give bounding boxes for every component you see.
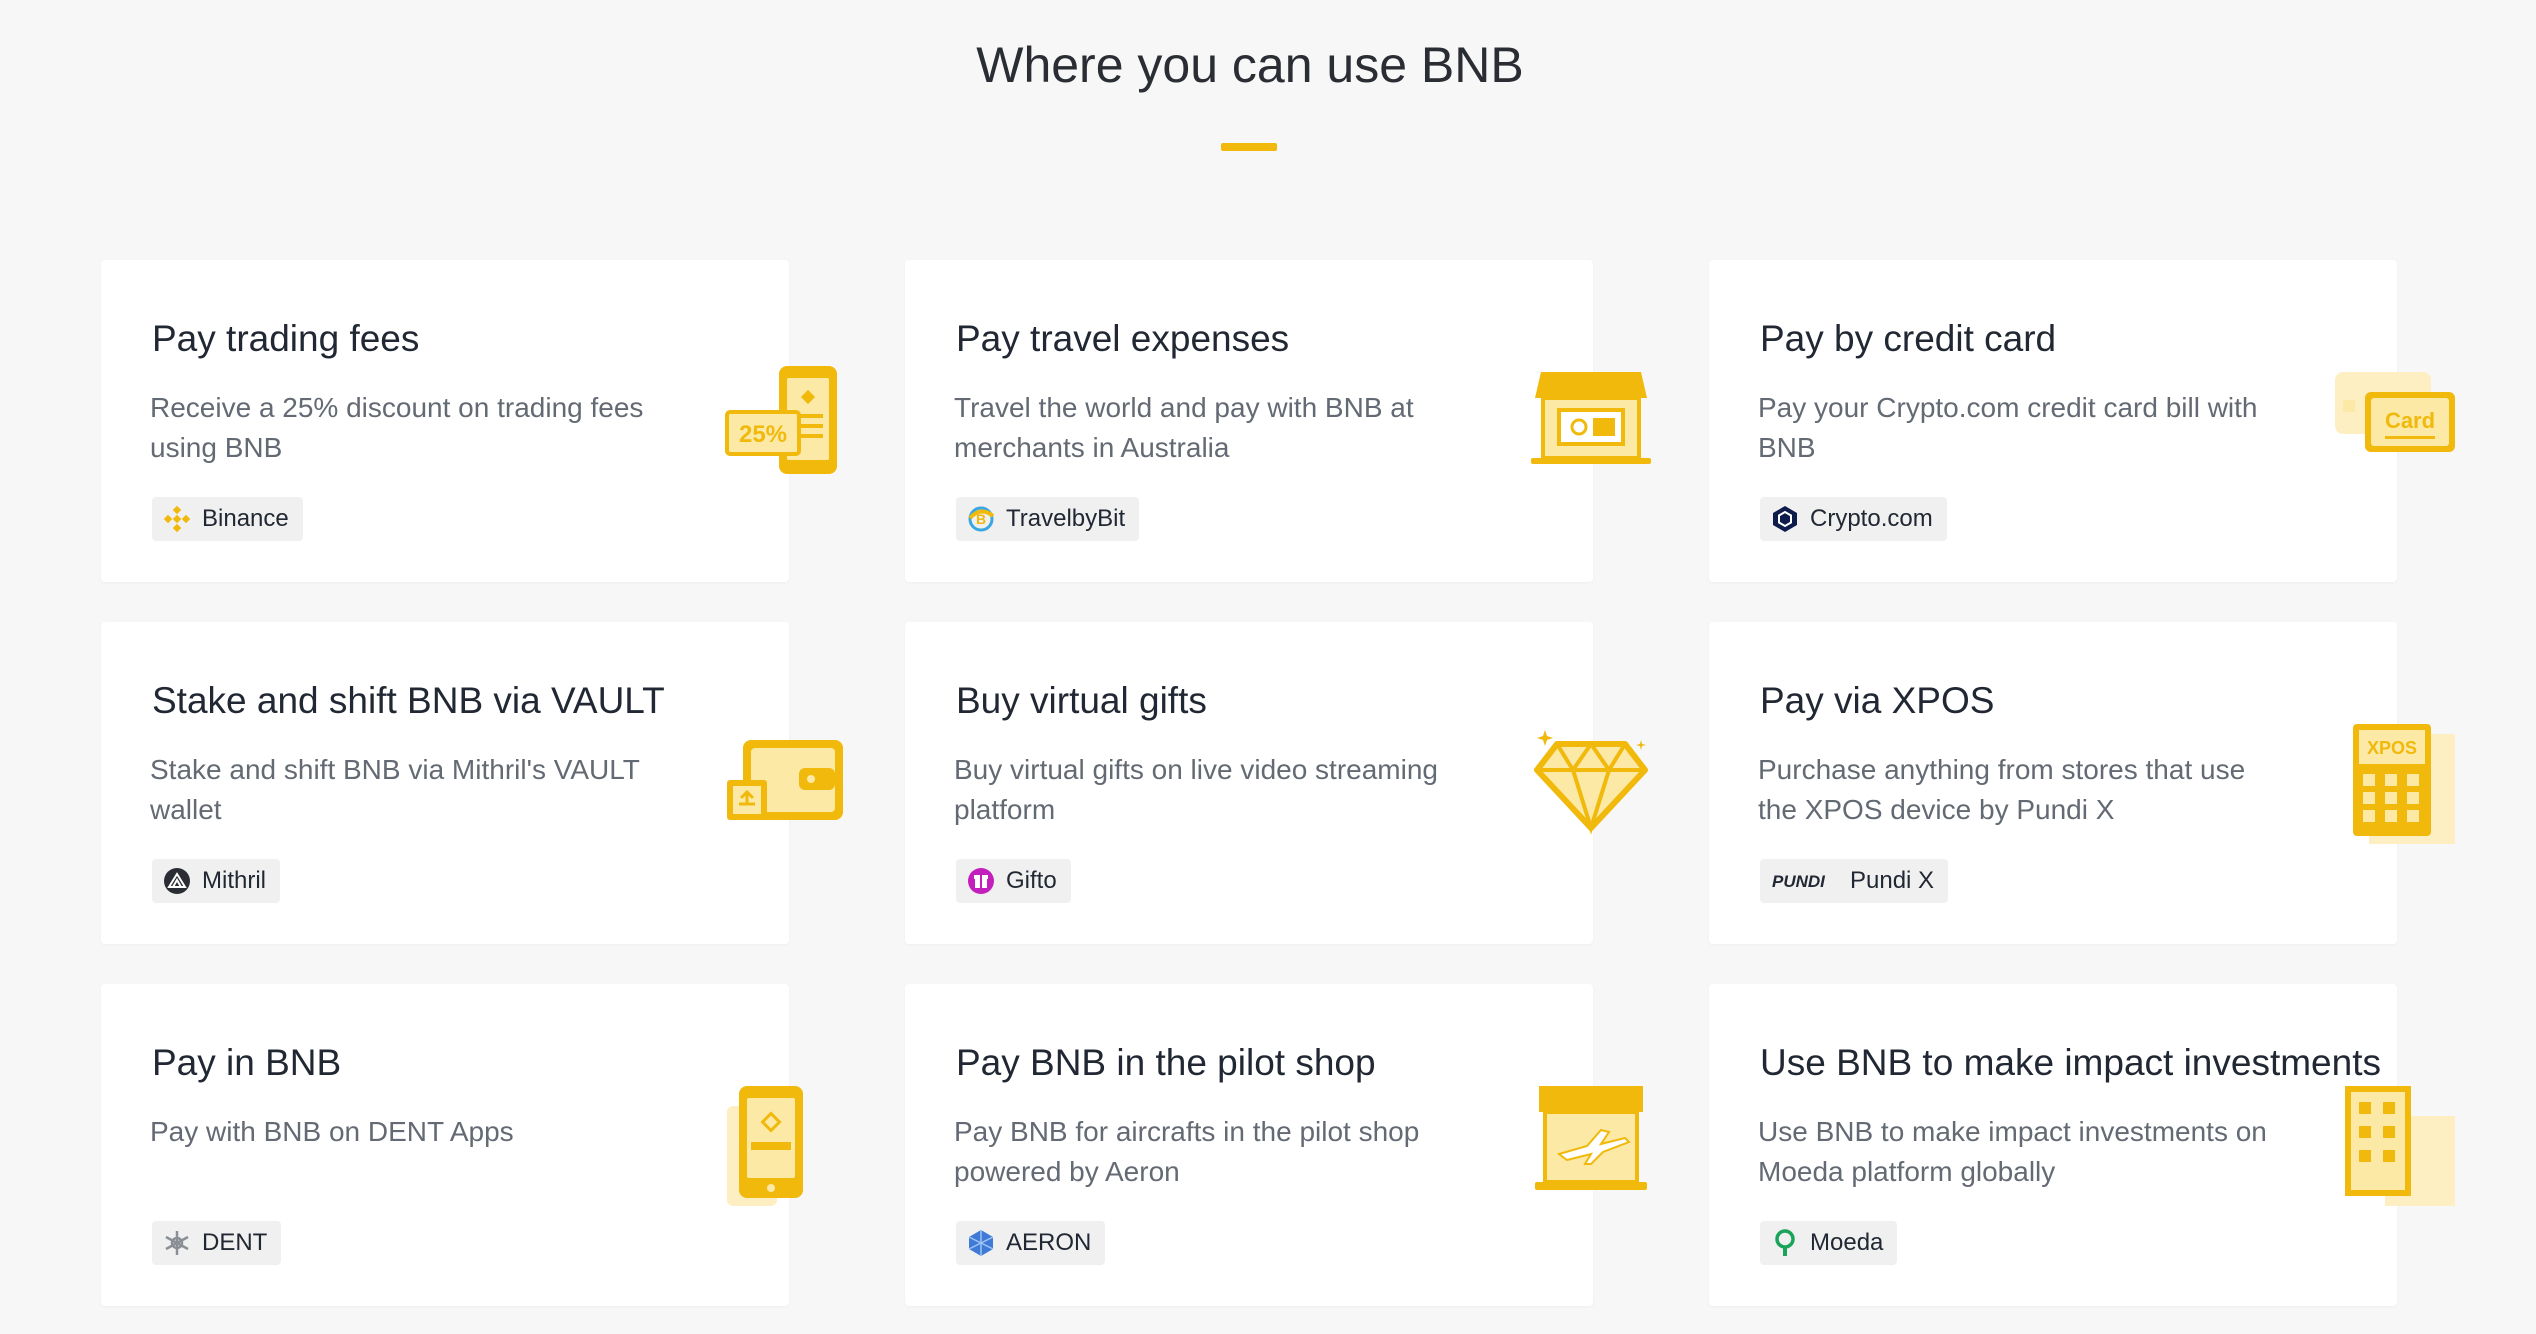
svg-text:B: B: [976, 511, 986, 527]
xpos-device-icon: XPOS: [2335, 724, 2455, 844]
card-description: Pay BNB for aircrafts in the pilot shop …: [954, 1116, 1420, 1187]
card-description: Purchase anything from stores that use t…: [1758, 754, 2246, 825]
partner-link-crypto-com[interactable]: Crypto.com: [1760, 497, 1947, 541]
use-case-card-xpos[interactable]: Pay via XPOS Purchase anything from stor…: [1709, 622, 2455, 944]
mithril-logo-icon: [162, 866, 192, 896]
bnb-use-cases-section: Where you can use BNB Pay trading fees R…: [0, 0, 2536, 1334]
moeda-logo-icon: [1770, 1228, 1800, 1258]
building-icon: [2335, 1086, 2455, 1206]
partner-name: Mithril: [202, 867, 266, 894]
gifto-logo-icon: [966, 866, 996, 896]
section-title: Where you can use BNB: [976, 37, 1524, 93]
partner-link-moeda[interactable]: Moeda: [1760, 1221, 1898, 1265]
use-case-card-travel[interactable]: Pay travel expenses Travel the world and…: [905, 260, 1651, 582]
card-title: Pay in BNB: [152, 1042, 342, 1083]
card-description: Pay with BNB on DENT Apps: [150, 1116, 514, 1147]
partner-name: Moeda: [1810, 1229, 1884, 1256]
partner-name: Pundi X: [1850, 867, 1935, 894]
phone-discount-icon: 25%: [725, 362, 847, 482]
partner-link-dent[interactable]: DENT: [152, 1221, 282, 1265]
credit-card-icon: Card: [2335, 362, 2455, 482]
crypto-com-logo-icon: [1770, 504, 1800, 534]
diamond-icon: [1531, 724, 1651, 844]
use-case-card-virtual-gifts[interactable]: Buy virtual gifts Buy virtual gifts on l…: [905, 622, 1648, 944]
dent-logo-icon: [162, 1228, 192, 1258]
use-case-card-trading-fees[interactable]: Pay trading fees Receive a 25% discount …: [101, 260, 837, 582]
use-case-card-pilot-shop[interactable]: Pay BNB in the pilot shop Pay BNB for ai…: [905, 984, 1647, 1306]
card-description: Pay your Crypto.com credit card bill wit…: [1758, 392, 2258, 463]
card-title: Stake and shift BNB via VAULT: [152, 680, 665, 721]
discount-text: 25%: [739, 421, 787, 448]
partner-link-aeron[interactable]: AERON: [956, 1221, 1106, 1265]
mobile-phone-icon: [727, 1086, 847, 1206]
card-description: Buy virtual gifts on live video streamin…: [954, 754, 1438, 825]
card-description: Use BNB to make impact investments on Mo…: [1758, 1116, 2267, 1187]
card-title: Pay by credit card: [1760, 318, 2057, 359]
partner-link-pundi-x[interactable]: PUNDI Pundi X: [1760, 859, 1949, 903]
use-case-card-dent[interactable]: Pay in BNB Pay with BNB on DENT Apps DEN…: [101, 984, 803, 1306]
card-description: Travel the world and pay with BNB at mer…: [954, 392, 1414, 463]
travelbybit-logo-icon: B: [966, 504, 996, 534]
title-underline: [1221, 143, 1277, 151]
partner-name: DENT: [202, 1229, 268, 1256]
wallet-icon: [727, 724, 847, 844]
airplane-shop-icon: [1531, 1086, 1651, 1206]
binance-logo-icon: [162, 504, 192, 534]
partner-link-binance[interactable]: Binance: [152, 497, 303, 541]
use-case-card-vault[interactable]: Stake and shift BNB via VAULT Stake and …: [101, 622, 843, 944]
storefront-icon: [1531, 362, 1651, 482]
card-description: Stake and shift BNB via Mithril's VAULT …: [150, 754, 640, 825]
partner-link-gifto[interactable]: Gifto: [956, 859, 1071, 903]
card-title: Pay trading fees: [152, 318, 420, 359]
pundi-x-logo-icon: PUNDI: [1770, 866, 1840, 896]
use-case-card-credit-card[interactable]: Pay by credit card Pay your Crypto.com c…: [1709, 260, 2455, 582]
partner-link-mithril[interactable]: Mithril: [152, 859, 280, 903]
card-title: Pay via XPOS: [1760, 680, 1995, 721]
card-title: Use BNB to make impact investments: [1760, 1042, 2381, 1083]
card-title: Pay BNB in the pilot shop: [956, 1042, 1376, 1083]
pundi-logo-text: PUNDI: [1772, 872, 1826, 891]
aeron-logo-icon: [966, 1228, 996, 1258]
card-text: Card: [2385, 408, 2435, 433]
xpos-text: XPOS: [2367, 738, 2417, 758]
card-title: Pay travel expenses: [956, 318, 1290, 359]
card-title: Buy virtual gifts: [956, 680, 1207, 721]
partner-name: Gifto: [1006, 867, 1057, 894]
partner-link-travelbybit[interactable]: B TravelbyBit: [956, 497, 1140, 541]
partner-name: AERON: [1006, 1229, 1092, 1256]
partner-name: Crypto.com: [1810, 505, 1933, 532]
partner-name: TravelbyBit: [1006, 505, 1126, 532]
card-description: Receive a 25% discount on trading fees u…: [150, 392, 644, 463]
use-case-card-impact-investments[interactable]: Use BNB to make impact investments Use B…: [1709, 984, 2455, 1306]
partner-name: Binance: [202, 505, 289, 532]
